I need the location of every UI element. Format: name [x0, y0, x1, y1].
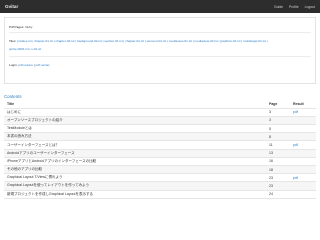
table-row: その他のアプリの比較 18	[4, 165, 316, 175]
row-result	[290, 132, 316, 142]
row-page: 23	[266, 173, 290, 183]
login-label: Login:	[9, 63, 18, 67]
files-label: Tiles:	[9, 39, 17, 43]
login-row: Login: pdf reduce | pdf render	[9, 63, 50, 67]
row-page: 11	[266, 140, 290, 150]
contents-rows: はじめに 3 pdf オープンソースプロジェクトの紹介 3 TestModule…	[4, 108, 316, 199]
pdf-pages-value: 31/ky	[25, 25, 33, 29]
info-divider	[9, 32, 311, 33]
table-row: はじめに 3 pdf	[4, 108, 316, 117]
column-header-result: Result	[290, 100, 316, 109]
row-page: 23	[266, 181, 290, 191]
table-row: 本書の読み方法 8	[4, 132, 316, 142]
table-row: Graphical Layoutを使ってレイアウトを作ってみよう 23	[4, 181, 316, 191]
row-title: Graphical Layoutを使ってレイアウトを作ってみよう	[4, 181, 266, 191]
files-row-continued: sprite-0001.txt | s-01.txt	[9, 47, 41, 51]
row-result	[290, 190, 316, 199]
row-title: 本書の読み方法	[4, 132, 266, 142]
row-result-pdf-link[interactable]: pdf	[293, 110, 298, 114]
column-header-title: Title	[4, 100, 266, 109]
row-result	[290, 116, 316, 126]
nav-links: Guide Profile Logout	[274, 5, 315, 9]
table-row: 新規プロジェクトを作成しGraphical Layoutを表示する 24	[4, 190, 316, 199]
app-brand[interactable]: Gvitar	[5, 4, 18, 9]
top-navbar: Gvitar Guide Profile Logout	[0, 0, 320, 13]
row-page: 5	[266, 124, 290, 134]
row-page: 8	[266, 132, 290, 142]
row-result	[290, 124, 316, 134]
contents-table: Title Page Result はじめに 3 pdf オープンソースプロジェ…	[4, 100, 316, 199]
table-row: TestModuleとは 5	[4, 124, 316, 134]
row-title: TestModuleとは	[4, 124, 266, 134]
files-list[interactable]: preface.txt | chapter-01.txt | chapter-0…	[17, 39, 267, 43]
table-row: Androidアプリのユーザーインターフェース 13	[4, 149, 316, 158]
row-page: 16	[266, 157, 290, 167]
row-result	[290, 181, 316, 191]
column-header-page: Page	[266, 100, 290, 109]
row-title: オープンソースプロジェクトの紹介	[4, 116, 266, 126]
row-page: 3	[266, 108, 290, 117]
table-header-row: Title Page Result	[4, 100, 316, 109]
row-result-pdf-link[interactable]: pdf	[293, 176, 298, 180]
row-page: 18	[266, 165, 290, 175]
table-row: ユーザーインターフェースとは？ 11 pdf	[4, 140, 316, 150]
row-page: 13	[266, 149, 290, 158]
login-link-pdf-render[interactable]: pdf render	[36, 63, 50, 67]
row-page: 3	[266, 116, 290, 126]
row-result-pdf-link[interactable]: pdf	[293, 143, 298, 147]
pdf-pages-label: Pdf Pages:	[9, 25, 25, 29]
files-list-continued[interactable]: sprite-0001.txt | s-01.txt	[9, 47, 41, 51]
nav-link-profile[interactable]: Profile	[289, 5, 299, 9]
pdf-pages-row: Pdf Pages: 31/ky	[9, 25, 32, 29]
files-row: Tiles: preface.txt | chapter-01.txt | ch…	[9, 39, 311, 43]
row-title: Androidアプリのユーザーインターフェース	[4, 149, 266, 158]
info-divider	[9, 56, 311, 57]
row-title: その他のアプリの比較	[4, 165, 266, 175]
row-title: Graphical Layout T/Viewに慣れよう	[4, 173, 266, 183]
table-row: iPhoneアプリとAndroidアプリのインターフェースの比較 16	[4, 157, 316, 167]
login-link-pdf-reduce[interactable]: pdf reduce	[18, 63, 33, 67]
row-title: はじめに	[4, 108, 266, 117]
row-result	[290, 149, 316, 158]
row-title: ユーザーインターフェースとは？	[4, 140, 266, 150]
row-result	[290, 165, 316, 175]
contents-heading: Contents	[4, 94, 22, 99]
table-row: Graphical Layout T/Viewに慣れよう 23 pdf	[4, 173, 316, 183]
document-info-panel: Pdf Pages: 31/ky Tiles: preface.txt | ch…	[4, 17, 316, 84]
row-title: 新規プロジェクトを作成しGraphical Layoutを表示する	[4, 190, 266, 199]
row-title: iPhoneアプリとAndroidアプリのインターフェースの比較	[4, 157, 266, 167]
row-page: 24	[266, 190, 290, 199]
nav-link-logout[interactable]: Logout	[305, 5, 315, 9]
nav-link-guide[interactable]: Guide	[274, 5, 283, 9]
table-row: オープンソースプロジェクトの紹介 3	[4, 116, 316, 126]
row-result	[290, 157, 316, 167]
